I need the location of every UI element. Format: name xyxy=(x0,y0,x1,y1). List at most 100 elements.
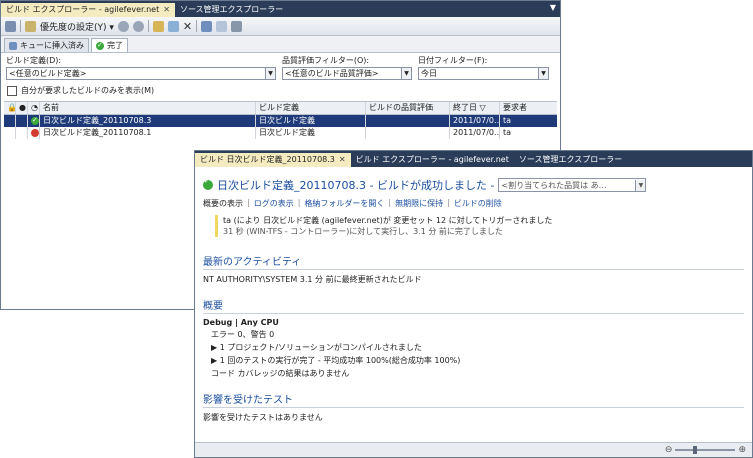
row-definition: 日次ビルド定義 xyxy=(256,115,366,127)
column-status-icon[interactable]: ● xyxy=(16,102,28,114)
row-quality xyxy=(366,127,450,139)
grid-header: 🔒 ● ◔ 名前 ビルド定義 ビルドの品質評価 終了日 ▽ 要求者 xyxy=(4,102,557,115)
build-details-window: ビルド 日次ビルド定義_20110708.3 ✕ ビルド エクスプローラー - … xyxy=(194,150,753,458)
filter-bar: ビルド定義(D): <任意のビルド定義> ▼ 品質評価フィルター(O): <任意… xyxy=(1,53,560,82)
quality-filter-select[interactable]: <任意のビルド品質評価> ▼ xyxy=(282,67,412,80)
quality-filter-label: 品質評価フィルター(O): xyxy=(282,56,370,65)
success-icon xyxy=(203,177,213,190)
build-quality-select[interactable]: <割り当てられた品質は あ… ▼ xyxy=(498,178,647,192)
subtab-label: 完了 xyxy=(107,41,123,50)
row-end-date: 2011/07/0... xyxy=(450,127,500,139)
column-definition[interactable]: ビルド定義 xyxy=(256,102,366,114)
tab-label: ソース管理エクスプローラー xyxy=(179,5,284,14)
date-filter-label: 日付フィルター(F): xyxy=(418,56,488,65)
row-definition: 日次ビルド定義 xyxy=(256,127,366,139)
build-action-links: 概要の表示 | ログの表示 | 格納フォルダーを開く | 無期限に保持 | ビル… xyxy=(203,198,744,209)
section-title-activity: 最新のアクティビティ xyxy=(203,253,744,270)
zoom-out-icon[interactable]: ⊖ xyxy=(665,445,673,455)
build-status-text: 日次ビルド定義_20110708.3 - ビルドが成功しました - xyxy=(217,179,495,192)
table-row[interactable]: 日次ビルド定義_20110708.1 日次ビルド定義 2011/07/0... … xyxy=(4,127,557,139)
column-quality[interactable]: ビルドの品質評価 xyxy=(366,102,450,114)
properties-icon[interactable] xyxy=(167,20,179,32)
row-requester: ta xyxy=(503,116,512,125)
my-builds-label: 自分が要求したビルドのみを表示(M) xyxy=(21,86,155,95)
build-definition-value: <任意のビルド定義> xyxy=(9,69,87,78)
filter-icon[interactable] xyxy=(201,20,213,32)
subtab-queued[interactable]: キューに挿入済み xyxy=(4,38,89,52)
column-end-date[interactable]: 終了日 ▽ xyxy=(450,102,500,114)
link-view-summary[interactable]: 概要の表示 xyxy=(203,198,243,209)
tab-label: ビルド エクスプローラー - agilefever.net xyxy=(355,155,509,164)
tab-source-control[interactable]: ソース管理エクスプローラー xyxy=(514,153,627,167)
column-result-icon[interactable]: ◔ xyxy=(28,102,40,114)
edit-icon[interactable] xyxy=(152,20,164,32)
refresh-icon[interactable] xyxy=(5,20,16,32)
summary-block: Debug | Any CPU エラー 0、警告 0 ▶ 1 プロジェクト/ソリ… xyxy=(203,318,744,379)
table-row[interactable]: 日次ビルド定義_20110708.3 日次ビルド定義 2011/07/0... … xyxy=(4,115,557,127)
front-tabstrip: ビルド 日次ビルド定義_20110708.3 ✕ ビルド エクスプローラー - … xyxy=(195,151,752,167)
builds-grid: 🔒 ● ◔ 名前 ビルド定義 ビルドの品質評価 終了日 ▽ 要求者 日次ビルド定… xyxy=(4,101,557,139)
link-divider: | xyxy=(447,198,450,207)
link-view-log[interactable]: ログの表示 xyxy=(254,198,294,209)
trigger-line: ta (により 日次ビルド定義 (agilefever.net)が 変更セット … xyxy=(223,216,553,225)
column-requester[interactable]: 要求者 xyxy=(500,102,550,114)
row-quality xyxy=(366,115,450,127)
stop-icon[interactable] xyxy=(132,20,144,32)
close-icon[interactable]: ✕ xyxy=(339,153,346,167)
run-info-line: 31 秒 (WIN-TFS - コントローラー)に対して実行し、3.1 分 前に… xyxy=(223,227,503,236)
tab-list-dropdown-icon[interactable]: ▼ xyxy=(550,3,556,12)
compile-result: 1 プロジェクト/ソリューションがコンパイルされました xyxy=(219,343,422,352)
pause-icon[interactable] xyxy=(117,20,129,32)
subtab-completed[interactable]: 完了 xyxy=(91,38,128,52)
toolbar-divider xyxy=(20,20,21,32)
tab-label: ビルド 日次ビルド定義_20110708.3 xyxy=(200,155,335,164)
row-end-date: 2011/07/0... xyxy=(450,115,500,127)
build-definition-label: ビルド定義(D): xyxy=(6,56,62,65)
expand-arrow-icon[interactable]: ▶ xyxy=(211,356,217,365)
back-toolbar: 優先度の設定(Y) ▾ ✕ xyxy=(1,17,560,36)
link-retain-indefinitely[interactable]: 無期限に保持 xyxy=(395,198,443,209)
zoom-slider[interactable] xyxy=(675,446,736,454)
compile-result-row[interactable]: ▶ 1 プロジェクト/ソリューションがコンパイルされました xyxy=(211,342,744,353)
errors-warnings: エラー 0、警告 0 xyxy=(211,330,275,339)
tab-label: ソース管理エクスプローラー xyxy=(518,155,623,164)
test-result-row[interactable]: ▶ 1 回のテストの実行が完了 - 平均成功率 100%(総合成功率 100%) xyxy=(211,355,744,366)
priority-button[interactable]: 優先度の設定(Y) ▾ xyxy=(40,20,114,33)
link-divider: | xyxy=(388,198,392,207)
link-divider: | xyxy=(297,198,301,207)
build-definition-filter: ビルド定義(D): <任意のビルド定義> ▼ xyxy=(6,55,276,80)
close-icon[interactable]: ✕ xyxy=(163,3,170,17)
toolbar-divider xyxy=(147,20,149,32)
row-lock-cell xyxy=(4,127,16,139)
date-filter-select[interactable]: 今日 ▼ xyxy=(418,67,549,80)
column-name[interactable]: 名前 xyxy=(40,102,256,114)
zoom-in-icon[interactable]: ⊕ xyxy=(738,445,746,455)
zoom-thumb[interactable] xyxy=(693,446,698,454)
build-configuration: Debug | Any CPU xyxy=(203,318,279,327)
build-definition-select[interactable]: <任意のビルド定義> ▼ xyxy=(6,67,276,80)
subtab-label: キューに挿入済み xyxy=(20,41,84,50)
chevron-down-icon[interactable]: ▼ xyxy=(538,68,548,79)
section-title-summary: 概要 xyxy=(203,297,744,314)
chevron-down-icon[interactable]: ▼ xyxy=(265,68,275,79)
tab-build-explorer[interactable]: ビルド エクスプローラー - agilefever.net xyxy=(351,153,514,167)
my-builds-only-option[interactable]: 自分が要求したビルドのみを表示(M) xyxy=(1,82,560,99)
date-filter-value: 今日 xyxy=(421,69,437,78)
tab-source-control[interactable]: ソース管理エクスプローラー xyxy=(175,3,288,17)
my-builds-checkbox[interactable] xyxy=(7,85,17,96)
delete-icon[interactable]: ✕ xyxy=(183,20,192,33)
row-flag-cell xyxy=(16,115,28,127)
chevron-down-icon[interactable]: ▼ xyxy=(401,68,411,79)
tab-build-details[interactable]: ビルド 日次ビルド定義_20110708.3 ✕ xyxy=(195,153,351,167)
settings-icon[interactable] xyxy=(231,20,243,32)
link-open-drop-folder[interactable]: 格納フォルダーを開く xyxy=(304,198,384,209)
chevron-down-icon[interactable]: ▼ xyxy=(635,179,646,191)
tab-build-explorer[interactable]: ビルド エクスプローラー - agilefever.net ✕ xyxy=(1,3,175,17)
expand-arrow-icon[interactable]: ▶ xyxy=(211,343,217,352)
column-lock-icon[interactable]: 🔒 xyxy=(4,102,16,114)
section-title-tests: 影響を受けたテスト xyxy=(203,391,744,408)
open-folder-icon[interactable] xyxy=(216,20,228,32)
link-delete-build[interactable]: ビルドの削除 xyxy=(454,198,502,209)
activity-text: NT AUTHORITY\SYSTEM 3.1 分 前に最終更新されたビルド xyxy=(203,275,422,284)
row-name: 日次ビルド定義_20110708.1 xyxy=(40,127,256,139)
